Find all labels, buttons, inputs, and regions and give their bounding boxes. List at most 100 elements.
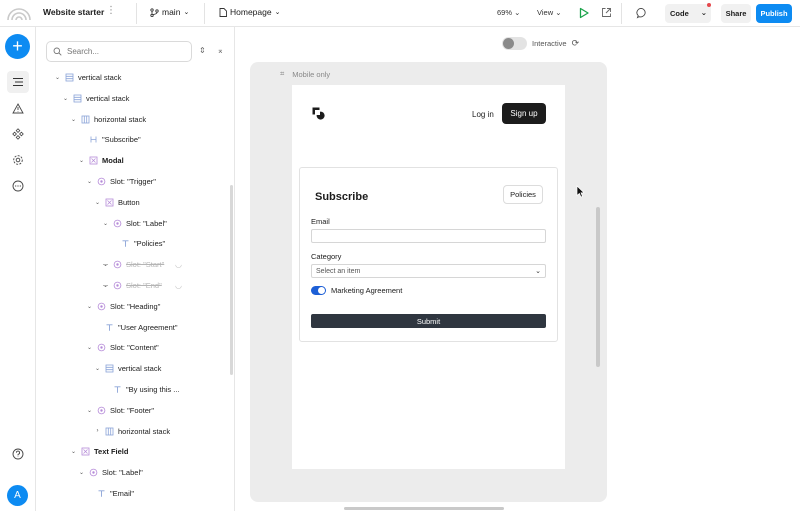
chevron-down-icon[interactable]: ⌄ (78, 469, 85, 476)
layer-row[interactable]: "Subscribe" (78, 129, 141, 150)
search-icon (53, 47, 62, 56)
branch-icon (150, 7, 159, 17)
layer-row[interactable]: › horizontal stack (94, 421, 171, 442)
toggle-switch[interactable] (502, 37, 527, 50)
chevron-down-icon[interactable]: ⌄ (86, 303, 93, 310)
layer-row[interactable]: ⌄ Slot: "Heading" (86, 296, 160, 317)
layer-label: Slot: "Heading" (110, 301, 161, 311)
layer-row[interactable]: "Policies" (110, 233, 165, 254)
card-title: Subscribe (315, 191, 369, 203)
signup-button[interactable]: Sign up (502, 103, 546, 124)
hstack-icon (105, 427, 114, 436)
chevron-down-icon[interactable]: ⌄ (62, 95, 69, 102)
chevron-down-icon: ⌄ (535, 268, 541, 275)
publish-button[interactable]: Publish (756, 4, 792, 23)
text-icon (97, 489, 106, 498)
view-menu[interactable]: View ⌄ (537, 8, 562, 17)
more-options-icon[interactable] (9, 177, 27, 195)
layer-label: Slot: "End" (126, 281, 162, 290)
code-button[interactable]: Code ⌄ (665, 3, 711, 23)
settings-gear-icon[interactable] (9, 151, 27, 169)
submit-button[interactable]: Submit (311, 314, 546, 328)
marketing-agreement-switch[interactable] (311, 286, 326, 295)
chevron-down-icon[interactable]: ⌄ (102, 220, 109, 227)
text-icon (113, 385, 122, 394)
marketing-agreement-row[interactable]: Marketing Agreement (311, 286, 402, 295)
layer-row[interactable]: ⌄ Button (94, 192, 140, 213)
layer-row[interactable]: ⌄ Slot: "Content" (86, 337, 159, 358)
canvas-vertical-scrollbar[interactable] (596, 207, 600, 367)
add-element-button[interactable]: + (5, 34, 30, 59)
chevron-right-icon[interactable]: › (94, 428, 101, 434)
canvas-horizontal-scrollbar[interactable] (344, 507, 504, 510)
project-menu-icon[interactable]: ⋮ (106, 5, 116, 16)
layer-row[interactable]: ⌄ Slot: "End" ◡ (102, 275, 182, 296)
share-button[interactable]: Share (721, 4, 751, 23)
category-placeholder: Select an item (316, 267, 361, 275)
refresh-icon[interactable]: ⟳ (572, 38, 580, 49)
slot-icon (113, 281, 122, 290)
brand-logo-icon[interactable] (312, 107, 326, 121)
layer-row[interactable]: "By using this ... (102, 379, 180, 400)
layer-row[interactable]: ⌄ vertical stack (62, 88, 129, 109)
chevron-down-icon[interactable]: ⌄ (70, 116, 77, 123)
layer-label: Slot: "Start" (126, 260, 165, 270)
open-external-icon[interactable] (601, 7, 612, 18)
play-preview-icon[interactable] (578, 7, 590, 19)
chevron-down-icon[interactable]: ⌄ (102, 282, 109, 289)
layer-row[interactable]: ⌄ vertical stack (94, 358, 161, 379)
layer-row[interactable]: ⌄ horizontal stack (70, 109, 146, 130)
project-name[interactable]: Website starter (43, 7, 104, 17)
warning-icon[interactable] (9, 99, 27, 117)
page-selector[interactable]: Homepage ⌄ (219, 7, 280, 17)
collapse-all-icon[interactable]: ⌅ (217, 46, 224, 55)
login-link[interactable]: Log in (472, 110, 494, 119)
layer-row[interactable]: ⌄ vertical stack (54, 67, 121, 88)
left-rail: + A (0, 27, 36, 511)
layer-row[interactable]: ⌄ Slot: "Start" ◡ (102, 254, 182, 275)
vstack-icon (105, 364, 114, 373)
search-input[interactable]: Search... (46, 41, 192, 62)
layer-row[interactable]: ⌄ Slot: "Label" (78, 462, 143, 483)
layer-row[interactable]: ⌄ Slot: "Footer" (86, 400, 154, 421)
vstack-icon (73, 94, 82, 103)
chevron-down-icon[interactable]: ⌄ (86, 344, 93, 351)
components-icon[interactable] (9, 125, 27, 143)
chevron-down-icon[interactable]: ⌄ (102, 261, 109, 268)
help-icon[interactable] (9, 445, 27, 463)
chevron-down-icon[interactable]: ⌄ (78, 157, 85, 164)
layer-row[interactable]: ⌄ Text Field (70, 441, 128, 462)
interactive-toggle[interactable]: Interactive ⟳ (502, 37, 579, 50)
page-name: Homepage (230, 7, 272, 17)
app-logo-icon[interactable] (6, 5, 32, 21)
sort-toggle-icon[interactable]: ⇕ (199, 46, 206, 55)
mobile-frame[interactable]: Log in Sign up Subscribe Policies Email … (292, 85, 565, 469)
chevron-down-icon[interactable]: ⌄ (86, 407, 93, 414)
text-icon (105, 323, 114, 332)
chevron-down-icon[interactable]: ⌄ (94, 365, 101, 372)
canvas[interactable]: Interactive ⟳ ⌗ Mobile only Log in Sign … (236, 27, 800, 511)
comment-icon[interactable] (636, 7, 648, 19)
layer-row[interactable]: "Email" (86, 483, 134, 504)
frame-label[interactable]: ⌗ Mobile only (280, 69, 330, 79)
email-field[interactable] (311, 229, 546, 243)
category-select[interactable]: Select an item ⌄ (311, 264, 546, 278)
chevron-down-icon[interactable]: ⌄ (70, 448, 77, 455)
slot-icon (89, 468, 98, 477)
layer-row[interactable]: ⌄ Slot: "Trigger" (86, 171, 156, 192)
layer-row[interactable]: ⌄ Modal (78, 150, 124, 171)
layer-row[interactable]: ⌄ Slot: "Label" (102, 213, 167, 234)
hidden-eye-icon[interactable]: ◡ (175, 260, 182, 269)
chevron-down-icon[interactable]: ⌄ (54, 74, 61, 81)
avatar[interactable]: A (7, 485, 28, 506)
chevron-down-icon[interactable]: ⌄ (94, 199, 101, 206)
layers-icon[interactable] (7, 71, 29, 93)
policies-button[interactable]: Policies (503, 185, 543, 204)
hidden-eye-icon[interactable]: ◡ (175, 281, 182, 290)
branch-selector[interactable]: main ⌄ (150, 7, 189, 17)
marketing-agreement-label: Marketing Agreement (331, 286, 403, 295)
zoom-selector[interactable]: 69% ⌄ (497, 8, 520, 17)
layer-row[interactable]: "User Agreement" (94, 317, 178, 338)
chevron-down-icon[interactable]: ⌄ (86, 178, 93, 185)
panel-scrollbar[interactable] (230, 185, 233, 375)
